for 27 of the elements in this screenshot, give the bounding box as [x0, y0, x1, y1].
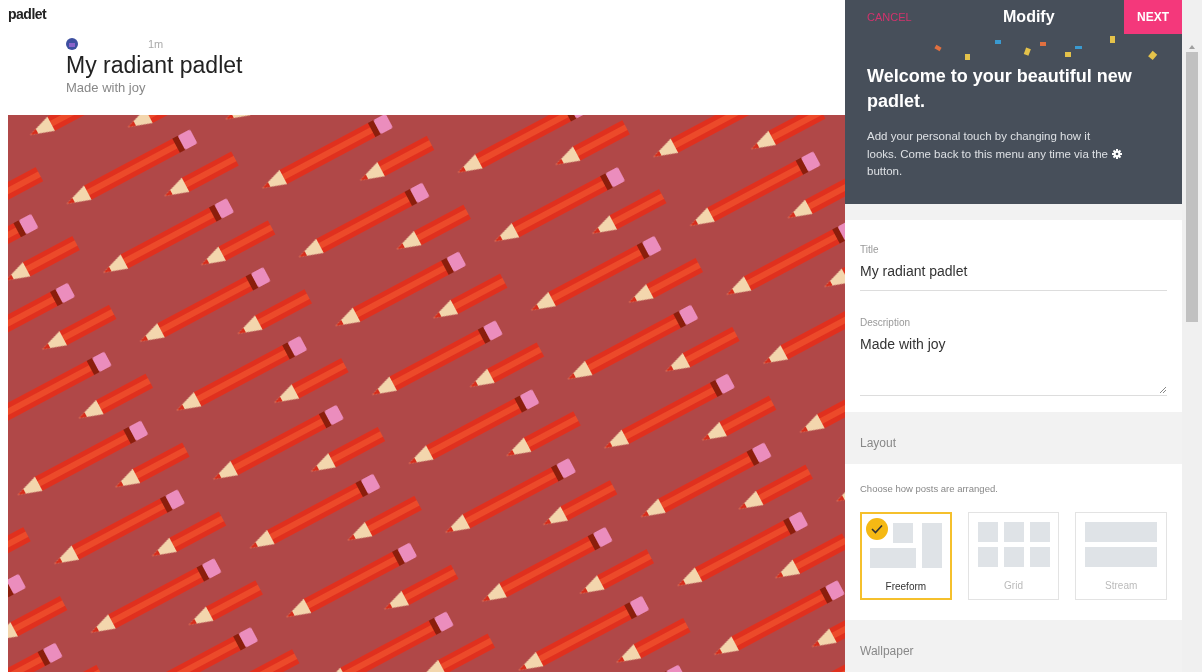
scrollbar-thumb[interactable]	[1186, 52, 1198, 322]
option-label: Freeform	[885, 580, 927, 594]
option-label: Stream	[1105, 579, 1138, 593]
field-label: Title	[860, 242, 880, 257]
layout-option[interactable]: Freeform	[860, 512, 952, 600]
logo-text[interactable]: padlet	[8, 4, 47, 25]
scrollbar[interactable]	[1182, 0, 1202, 672]
section-heading: Layout	[859, 434, 898, 452]
gear-icon	[1112, 149, 1122, 160]
check-icon	[866, 518, 888, 540]
intro-text: looks. Come back to this menu any time via the	[867, 146, 1108, 162]
padlet-title: My radiant padlet	[66, 52, 244, 78]
option-label: Grid	[1004, 579, 1023, 593]
resize-handle-icon[interactable]	[1159, 385, 1166, 393]
avatar-icon	[66, 38, 78, 51]
section-heading: Wallpaper	[859, 643, 915, 660]
panel-title: Modify	[1002, 7, 1056, 27]
next-button[interactable]: NEXT	[1124, 0, 1182, 34]
scroll-up-icon[interactable]	[1188, 44, 1196, 50]
post-time: 1m	[148, 37, 164, 52]
intro-text: button.	[867, 164, 903, 177]
intro-text: Add your personal touch by changing how it	[867, 130, 1091, 143]
field-label: Description	[860, 315, 912, 330]
hint-text: Choose how posts are arranged.	[860, 481, 999, 496]
welcome-heading: Welcome to your beautiful new padlet.	[867, 65, 1133, 114]
title-field[interactable]: My radiant padlet	[860, 256, 1167, 291]
padlet-description: Made with joy	[66, 78, 147, 97]
